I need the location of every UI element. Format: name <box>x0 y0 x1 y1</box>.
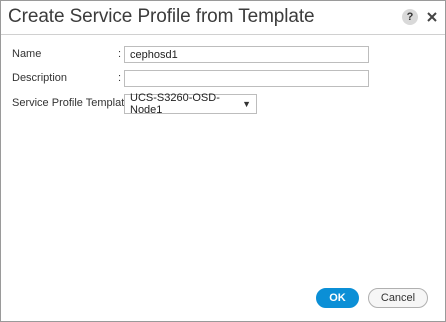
help-icon[interactable]: ? <box>402 9 418 25</box>
ok-button[interactable]: OK <box>316 288 359 308</box>
close-icon-svg <box>427 12 437 22</box>
close-icon[interactable] <box>424 9 440 25</box>
cancel-button[interactable]: Cancel <box>368 288 428 308</box>
header-divider <box>1 34 445 35</box>
description-label: Description <box>12 72 68 84</box>
service-profile-template-select[interactable]: UCS-S3260-OSD-Node1 ▼ <box>124 92 257 116</box>
description-colon: : <box>118 72 122 84</box>
template-label: Service Profile Template : <box>12 97 137 109</box>
description-input[interactable] <box>124 70 369 87</box>
name-label: Name <box>12 48 42 60</box>
template-selected-value: UCS-S3260-OSD-Node1 <box>130 92 220 116</box>
dialog-title: Create Service Profile from Template <box>8 6 315 27</box>
name-colon: : <box>118 48 122 60</box>
help-icon-glyph: ? <box>406 11 414 23</box>
chevron-down-icon: ▼ <box>242 99 251 109</box>
name-input[interactable] <box>124 46 369 63</box>
create-service-profile-dialog: Create Service Profile from Template ? N… <box>0 0 446 322</box>
